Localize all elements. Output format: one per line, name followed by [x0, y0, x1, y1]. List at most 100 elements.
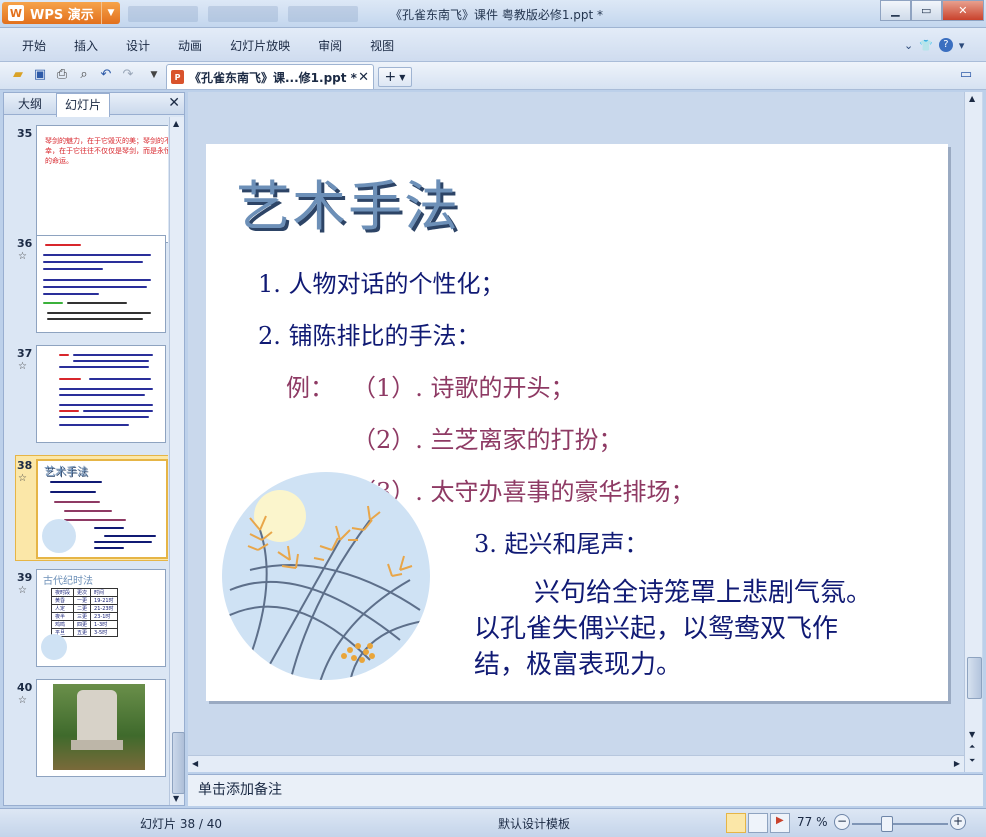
notes-pane[interactable]: 单击添加备注 — [188, 774, 983, 806]
scroll-up-icon[interactable]: ▲ — [969, 94, 975, 103]
normal-view-icon[interactable] — [726, 813, 746, 833]
editor-vertical-scrollbar[interactable]: ▲ ▼ ⏶ ⏷ — [964, 92, 982, 772]
slide-number: 35 — [17, 127, 33, 140]
slide-thumbnail-37[interactable] — [36, 345, 166, 443]
background-windows — [128, 4, 378, 24]
slide-canvas[interactable]: 艺术手法 1. 人物对话的个性化； 2. 铺陈排比的手法： 例： （1）. 诗歌… — [206, 144, 948, 701]
slide-title[interactable]: 艺术手法 — [236, 162, 460, 241]
close-panel-icon[interactable]: ✕ — [168, 95, 180, 111]
print-icon[interactable]: ⎙ — [54, 67, 70, 83]
title-bar: W WPS 演示 ▼ 《孔雀东南飞》课件 粤教版必修1.ppt * ▁ ▭ ✕ — [0, 0, 986, 28]
slide-number: 40 — [17, 681, 33, 694]
menu-slideshow[interactable]: 幻灯片放映 — [216, 37, 304, 54]
menu-animation[interactable]: 动画 — [164, 37, 216, 54]
zoom-out-icon[interactable]: − — [834, 814, 850, 830]
slide-text-line[interactable]: 例： — [286, 368, 334, 403]
scrollbar-thumb[interactable] — [172, 732, 185, 794]
scrollbar-thumb[interactable] — [967, 657, 982, 699]
slideshow-play-icon[interactable]: ▶ — [770, 813, 790, 833]
panel-scrollbar[interactable]: ▲ ▼ — [169, 117, 185, 805]
design-template-name[interactable]: 默认设计模板 — [498, 815, 570, 832]
slide-number: 36 — [17, 237, 33, 250]
scroll-left-icon[interactable]: ◀ — [192, 759, 198, 768]
slide-text-line[interactable]: （1）. 诗歌的开头； — [352, 368, 575, 403]
slide-text-line[interactable]: 结，极富表现力。 — [474, 644, 682, 681]
tab-outline[interactable]: 大纲 — [10, 93, 50, 115]
document-tab-label: 《孔雀东南飞》课...修1.ppt * — [189, 70, 357, 85]
close-button[interactable]: ✕ — [941, 0, 985, 21]
ghost-tab — [208, 6, 278, 22]
slide-number: 38 — [17, 459, 33, 472]
skin-icon[interactable]: 👕 — [919, 39, 933, 52]
thumbnail-text: 琴剑的魅力，在于它毁灭的美；琴剑的不幸，在于它往往不仅仅是琴剑，而是永恒的命运。 — [45, 137, 168, 165]
menu-insert[interactable]: 插入 — [60, 37, 112, 54]
editor-horizontal-scrollbar[interactable]: ◀ ▶ — [188, 755, 964, 772]
menu-home[interactable]: 开始 — [8, 37, 60, 54]
slide-text-line[interactable]: 1. 人物对话的个性化； — [258, 264, 505, 299]
star-icon: ☆ — [18, 361, 27, 372]
wps-logo-icon: W — [8, 5, 24, 21]
slide-thumbnail-35[interactable]: 琴剑的魅力，在于它毁灭的美；琴剑的不幸，在于它往往不仅仅是琴剑，而是永恒的命运。 — [36, 125, 168, 243]
collapse-ribbon-icon[interactable]: ⌄ — [904, 39, 913, 52]
menu-review[interactable]: 审阅 — [304, 37, 356, 54]
zoom-slider-track[interactable] — [852, 823, 948, 825]
zoom-in-icon[interactable]: + — [950, 814, 966, 830]
undo-icon[interactable]: ↶ — [98, 67, 114, 83]
slide-thumbnail-40[interactable] — [36, 679, 166, 777]
tombstone-shape — [77, 690, 117, 740]
previous-slide-icon[interactable]: ⏶ — [969, 742, 975, 752]
slide-sorter-icon[interactable] — [748, 813, 768, 833]
reed-illustration[interactable] — [220, 470, 432, 682]
slide-text-line[interactable]: 3. 起兴和尾声： — [474, 524, 649, 559]
zoom-slider-handle[interactable] — [881, 816, 893, 832]
next-slide-icon[interactable]: ⏷ — [969, 756, 975, 766]
print-preview-icon[interactable]: ⌕ — [76, 67, 92, 83]
menu-design[interactable]: 设计 — [112, 37, 164, 54]
tab-slides[interactable]: 幻灯片 — [56, 93, 111, 117]
redo-icon[interactable]: ↷ — [120, 67, 136, 83]
minimize-button[interactable]: ▁ — [880, 0, 911, 21]
help-icon[interactable]: ? — [938, 38, 953, 52]
wps-app-menu-button[interactable]: W WPS 演示 ▼ — [2, 2, 120, 24]
thumbnail-title: 艺术手法 — [44, 465, 88, 478]
close-tab-icon[interactable]: ✕ — [358, 70, 369, 85]
open-icon[interactable]: ▰ — [10, 67, 26, 83]
scroll-down-icon[interactable]: ▼ — [969, 730, 975, 739]
slide-text-line[interactable]: 以孔雀失偶兴起，以鸳鸯双飞作 — [474, 608, 838, 645]
notes-placeholder: 单击添加备注 — [198, 782, 282, 798]
slide-thumbnail-38[interactable]: 艺术手法 — [36, 459, 168, 559]
tombstone-base — [71, 740, 123, 750]
window-title: 《孔雀东南飞》课件 粤教版必修1.ppt * — [390, 8, 604, 22]
app-name: WPS 演示 — [30, 7, 94, 23]
slide-text-line[interactable]: （2）. 兰芝离家的打扮； — [352, 420, 623, 455]
document-tab[interactable]: P 《孔雀东南飞》课...修1.ppt * ✕ — [166, 64, 374, 89]
chevron-down-icon[interactable]: ▼ — [146, 67, 162, 83]
menu-list: 开始 插入 设计 动画 幻灯片放映 审阅 视图 — [8, 28, 408, 62]
panel-tabs: 大纲 幻灯片 ✕ — [4, 93, 184, 117]
restore-button[interactable]: ▭ — [910, 0, 942, 21]
slide-thumbnail-list: 35 琴剑的魅力，在于它毁灭的美；琴剑的不幸，在于它往往不仅仅是琴剑，而是永恒的… — [8, 117, 168, 805]
slide-thumbnail-39[interactable]: 古代纪时法 夜时段 更次 时间 黄昏 一更 19-21时 人定 二更 21-23时 夜半 三更… — [36, 569, 166, 667]
star-icon: ☆ — [18, 251, 27, 262]
star-icon: ☆ — [18, 695, 27, 706]
slide-counter: 幻灯片 38 / 40 — [140, 817, 223, 831]
scroll-right-icon[interactable]: ▶ — [954, 759, 960, 768]
slide-text-line[interactable]: 兴句给全诗笼罩上悲剧气氛。 — [534, 572, 872, 609]
window-layout-icon[interactable]: ▭ — [958, 67, 974, 83]
chevron-down-icon[interactable]: ▾ — [959, 39, 965, 52]
new-tab-button[interactable]: + ▼ — [378, 67, 412, 87]
scroll-up-icon[interactable]: ▲ — [173, 119, 179, 128]
slide-thumbnail-36[interactable] — [36, 235, 166, 333]
plus-icon: + — [384, 69, 397, 85]
menu-bar: 开始 插入 设计 动画 幻灯片放映 审阅 视图 ⌄ 👕 ? ▾ — [0, 28, 986, 62]
ghost-tab — [128, 6, 198, 22]
save-icon[interactable]: ▣ — [32, 67, 48, 83]
zoom-level[interactable]: 77 % — [797, 815, 828, 829]
slides-panel: 大纲 幻灯片 ✕ 35 琴剑的魅力，在于它毁灭的美；琴剑的不幸，在于它往往不仅仅… — [3, 92, 185, 806]
scroll-down-icon[interactable]: ▼ — [173, 794, 179, 803]
slide-number: 39 — [17, 571, 33, 584]
slide-text-line[interactable]: 2. 铺陈排比的手法： — [258, 316, 481, 351]
window-controls: ▁ ▭ ✕ — [880, 0, 985, 21]
menu-view[interactable]: 视图 — [356, 37, 408, 54]
star-icon: ☆ — [18, 473, 27, 484]
